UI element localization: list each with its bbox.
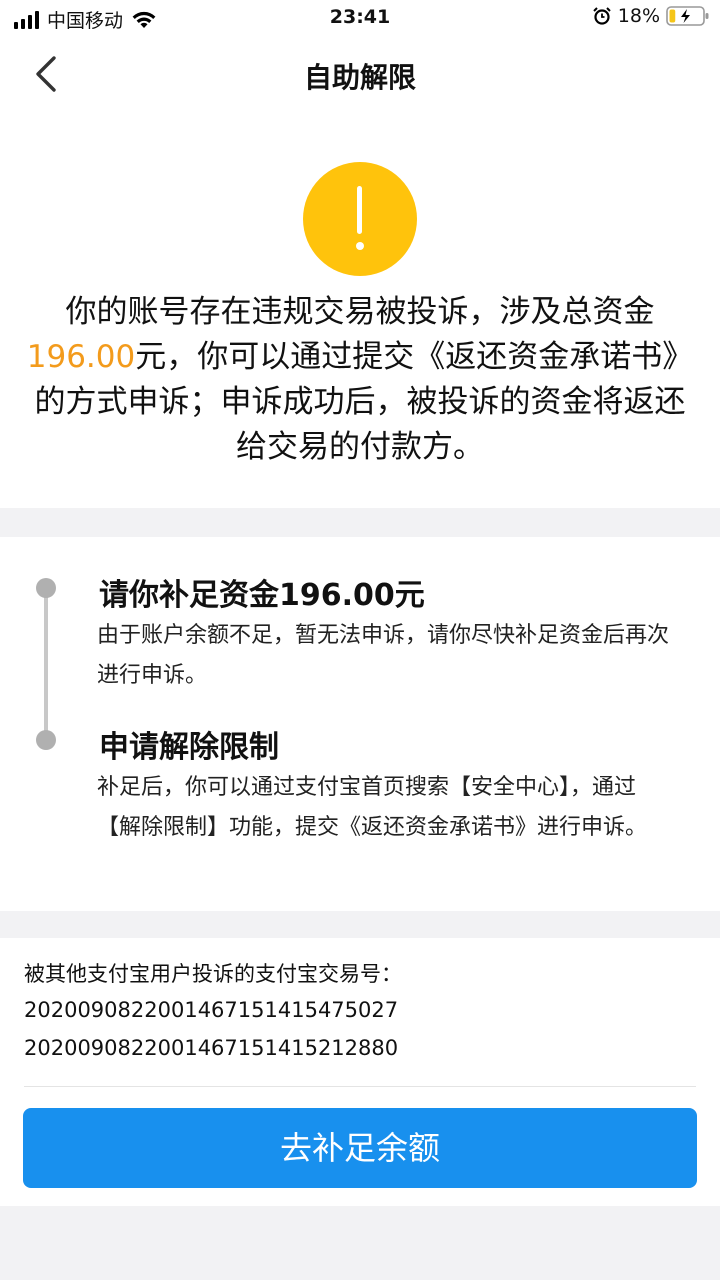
trade-number: 2020090822001467151415212880 [24,1036,399,1060]
notice-amount: 196.00 [26,339,136,375]
timeline-dot [36,730,56,750]
step-2-desc: 补足后，你可以通过支付宝首页搜索【安全中心】，通过【解除限制】功能，提交《返还资… [97,775,648,840]
status-right: 18% [592,5,710,27]
notice-text: 你的账号存在违规交易被投诉，涉及总资金196.00元，你可以通过提交《返还资金承… [24,290,696,470]
complaint-label: 被其他支付宝用户投诉的支付宝交易号： [24,962,402,986]
status-bar: 中国移动 23:41 18% [0,0,720,36]
notice-text-before: 你的账号存在违规交易被投诉，涉及总资金 [65,294,655,330]
page-title: 自助解限 [303,61,416,94]
step-1-desc: 由于账户余额不足，暂无法申诉，请你尽快补足资金后再次进行申诉。 [97,623,670,688]
battery-charging-icon [666,6,709,26]
divider [24,1086,696,1087]
trade-info-card: 被其他支付宝用户投诉的支付宝交易号： 202009082200146715141… [0,938,720,1206]
top-up-balance-button[interactable]: 去补足余额 [23,1108,697,1188]
timeline-dot [36,578,56,598]
step-2-title: 申请解除限制 [99,730,279,765]
notice-card: 你的账号存在违规交易被投诉，涉及总资金196.00元，你可以通过提交《返还资金承… [0,112,720,508]
nav-bar: 自助解限 [0,36,720,112]
warning-icon [303,162,417,276]
step-1-title: 请你补足资金196.00元 [99,578,425,613]
trade-number: 2020090822001467151415475027 [24,998,399,1022]
alarm-icon [593,7,611,25]
battery-percent: 18% [617,5,660,27]
steps-card: 请你补足资金196.00元 由于账户余额不足，暂无法申诉，请你尽快补足资金后再次… [0,537,720,911]
timeline-line [44,589,48,741]
